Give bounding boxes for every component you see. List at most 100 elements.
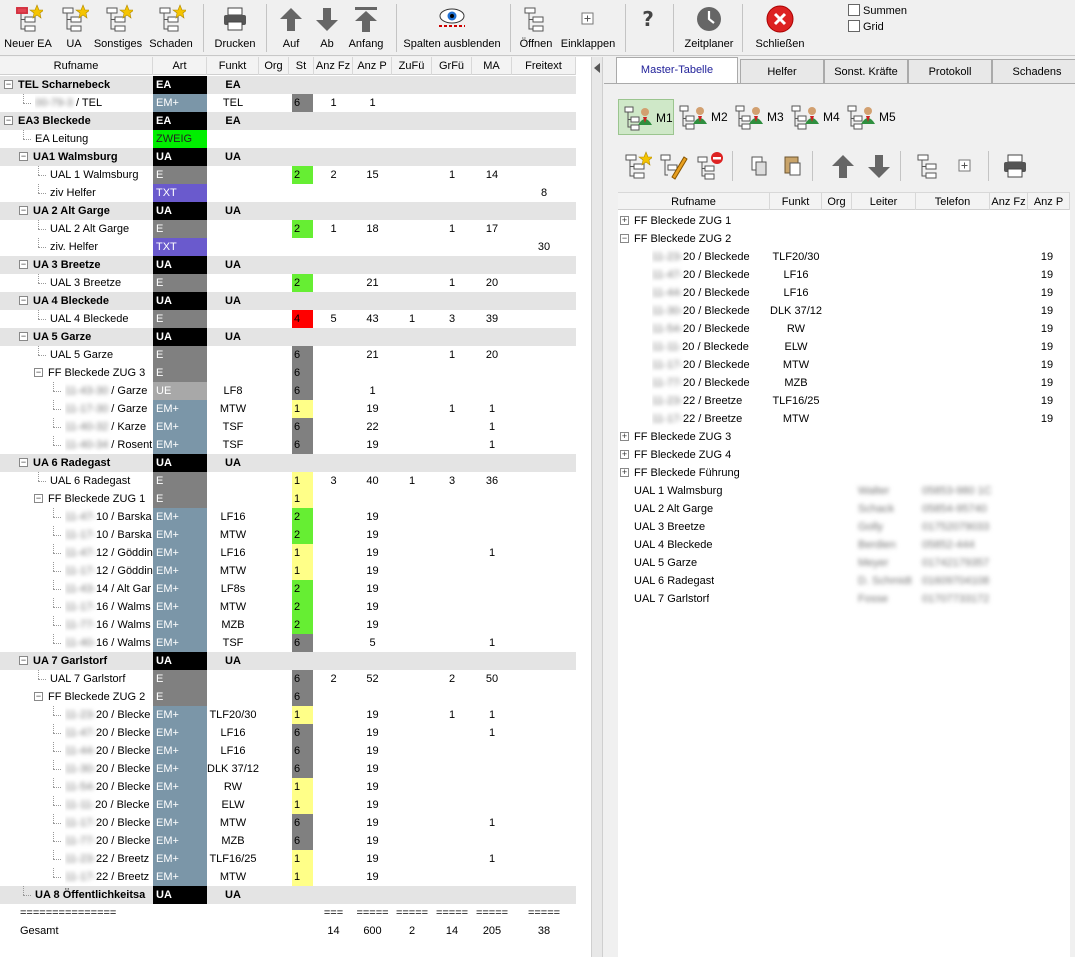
column-header-rufname[interactable]: Rufname: [0, 57, 153, 75]
master-table-row[interactable]: + FF Bleckede ZUG 3: [618, 428, 1070, 446]
table-row[interactable]: − FF Bleckede ZUG 3 E 6: [0, 364, 576, 382]
table-row[interactable]: 11-47-20 / Blecke EM+ LF16 6 19 1: [0, 724, 576, 742]
table-row[interactable]: − UA1 Walmsburg UA UA: [0, 148, 576, 166]
table-row[interactable]: 11-17-22 / Breetz EM+ MTW 1 19: [0, 868, 576, 886]
master-table-row[interactable]: 11-30-20 / Bleckede DLK 37/12 19: [618, 302, 1070, 320]
table-row[interactable]: − UA 3 Breetze UA UA: [0, 256, 576, 274]
pane-splitter[interactable]: [591, 57, 603, 957]
master-table-row[interactable]: 11-77-20 / Bleckede MZB 19: [618, 374, 1070, 392]
table-row[interactable]: Gesamt 14 600 2 14 205 38: [0, 922, 576, 940]
add-entry-icon[interactable]: [622, 151, 654, 181]
toolbar-tree-star-button[interactable]: UA: [58, 2, 91, 54]
table-row[interactable]: 00-79-3 / TEL EM+ TEL 6 1 1: [0, 94, 576, 112]
column-header-art[interactable]: Art: [153, 57, 207, 75]
expand-node-icon[interactable]: +: [620, 468, 629, 477]
tab-protokoll[interactable]: Protokoll: [908, 59, 992, 83]
master-column-leiter[interactable]: Leiter: [852, 193, 916, 211]
master-m4-button[interactable]: M4: [786, 99, 842, 135]
table-row[interactable]: 11-17-30 / Garze EM+ MTW 1 19 1 1: [0, 400, 576, 418]
toolbar-close-circle-button[interactable]: Schließen: [752, 2, 808, 54]
master-table-row[interactable]: 11-23-20 / Bleckede TLF20/30 19: [618, 248, 1070, 266]
table-row[interactable]: 11-17-12 / Göddin EM+ MTW 1 19: [0, 562, 576, 580]
table-row[interactable]: 11-17-20 / Blecke EM+ MTW 6 19 1: [0, 814, 576, 832]
table-row[interactable]: − UA 2 Alt Garge UA UA: [0, 202, 576, 220]
print-icon[interactable]: [1000, 151, 1030, 181]
grid-checkbox[interactable]: Grid: [848, 20, 884, 33]
table-row[interactable]: =============== === ===== ===== ===== ===== ==…: [0, 904, 576, 922]
table-row[interactable]: 11-43-14 / Alt Gar EM+ LF8s 2 19: [0, 580, 576, 598]
toolbar-arrow-down-button[interactable]: Ab: [311, 2, 343, 54]
table-row[interactable]: UAL 4 Bleckede E 4 5 43 1 3 39: [0, 310, 576, 328]
collapse-node-icon[interactable]: −: [34, 494, 43, 503]
column-header-freitext[interactable]: Freitext: [512, 57, 576, 75]
tab-schadens[interactable]: Schadens: [992, 59, 1075, 83]
collapse-node-icon[interactable]: −: [19, 260, 28, 269]
table-row[interactable]: ziv. Helfer TXT 30: [0, 238, 576, 256]
collapse-node-icon[interactable]: −: [34, 368, 43, 377]
collapse-node-icon[interactable]: −: [19, 458, 28, 467]
table-row[interactable]: 11-43-30 / Garze UE LF8 6 1: [0, 382, 576, 400]
column-header-org[interactable]: Org: [259, 57, 289, 75]
collapse-node-icon[interactable]: −: [19, 332, 28, 341]
toolbar-tree-star-button[interactable]: Schaden: [147, 2, 195, 54]
master-column-anz-p[interactable]: Anz P: [1028, 193, 1070, 211]
column-header-anz-fz[interactable]: Anz Fz: [314, 57, 353, 75]
table-row[interactable]: 11-47-10 / Barska EM+ LF16 2 19: [0, 508, 576, 526]
tab-helfer[interactable]: Helfer: [740, 59, 824, 83]
master-column-rufname[interactable]: Rufname: [618, 193, 770, 211]
toolbar-tree-new-star-button[interactable]: Neuer EA: [2, 2, 54, 54]
collapse-all-icon[interactable]: [950, 151, 980, 181]
collapse-arrow-icon[interactable]: [594, 63, 600, 73]
table-row[interactable]: 11-77-16 / Walms EM+ MZB 2 19: [0, 616, 576, 634]
move-down-icon[interactable]: [864, 151, 894, 181]
remove-entry-icon[interactable]: [694, 151, 724, 181]
master-table-row[interactable]: UAL 2 Alt Garge Schack 05854-95740: [618, 500, 1070, 518]
tab-master-tabelle[interactable]: Master-Tabelle: [616, 57, 738, 84]
tab-sonst-kr-fte[interactable]: Sonst. Kräfte: [824, 59, 908, 83]
toolbar-arrow-top-button[interactable]: Anfang: [345, 2, 387, 54]
table-row[interactable]: − EA3 Bleckede EA EA: [0, 112, 576, 130]
toolbar-clock-button[interactable]: Zeitplaner: [680, 2, 738, 54]
master-table-row[interactable]: 11-11-20 / Bleckede ELW 19: [618, 338, 1070, 356]
master-table-row[interactable]: UAL 4 Bleckede Berdien 05852-444: [618, 536, 1070, 554]
collapse-node-icon[interactable]: −: [4, 116, 13, 125]
toolbar-eye-button[interactable]: Spalten ausblenden: [402, 2, 502, 54]
master-table-row[interactable]: 11-17-20 / Bleckede MTW 19: [618, 356, 1070, 374]
toolbar-arrow-up-button[interactable]: Auf: [273, 2, 309, 54]
table-row[interactable]: − UA 6 Radegast UA UA: [0, 454, 576, 472]
master-table-row[interactable]: + FF Bleckede ZUG 1: [618, 212, 1070, 230]
master-table-row[interactable]: − FF Bleckede ZUG 2: [618, 230, 1070, 248]
column-header-grfü[interactable]: GrFü: [432, 57, 472, 75]
master-table-row[interactable]: UAL 3 Breetze Golly 01752079033: [618, 518, 1070, 536]
table-row[interactable]: 11-54-20 / Blecke EM+ RW 1 19: [0, 778, 576, 796]
expand-node-icon[interactable]: +: [620, 450, 629, 459]
paste-icon[interactable]: [778, 151, 808, 181]
collapse-node-icon[interactable]: −: [19, 296, 28, 305]
master-m3-button[interactable]: M3: [730, 99, 786, 135]
master-m2-button[interactable]: M2: [674, 99, 730, 135]
table-row[interactable]: 11-23-22 / Breetz EM+ TLF16/25 1 19 1: [0, 850, 576, 868]
master-table-row[interactable]: 11-54-20 / Bleckede RW 19: [618, 320, 1070, 338]
table-row[interactable]: − FF Bleckede ZUG 1 E 1: [0, 490, 576, 508]
expand-node-icon[interactable]: +: [620, 432, 629, 441]
collapse-node-icon[interactable]: −: [19, 656, 28, 665]
master-table-row[interactable]: UAL 5 Garze Meyer 01742179357: [618, 554, 1070, 572]
toolbar-tree-expand-button[interactable]: Öffnen: [518, 2, 554, 54]
master-column-funkt[interactable]: Funkt: [770, 193, 822, 211]
table-row[interactable]: 11-40-32 / Karze EM+ TSF 6 22 1: [0, 418, 576, 436]
master-table-row[interactable]: + FF Bleckede Führung: [618, 464, 1070, 482]
master-column-org[interactable]: Org: [822, 193, 852, 211]
table-row[interactable]: UA 8 Öffentlichkeitsa UA UA: [0, 886, 576, 904]
edit-entry-icon[interactable]: [658, 151, 688, 181]
table-row[interactable]: UAL 7 Garlstorf E 6 2 52 2 50: [0, 670, 576, 688]
collapse-node-icon[interactable]: −: [19, 206, 28, 215]
table-row[interactable]: − UA 5 Garze UA UA: [0, 328, 576, 346]
copy-icon[interactable]: [744, 151, 774, 181]
grid-checkbox-box[interactable]: [848, 20, 860, 32]
table-row[interactable]: 11-77-20 / Blecke EM+ MZB 6 19: [0, 832, 576, 850]
master-table-row[interactable]: 11-44-20 / Bleckede LF16 19: [618, 284, 1070, 302]
table-row[interactable]: UAL 3 Breetze E 2 21 1 20: [0, 274, 576, 292]
master-column-anz-fz[interactable]: Anz Fz: [990, 193, 1028, 211]
toolbar-tree-collapse-button[interactable]: Einklappen: [558, 2, 618, 54]
table-row[interactable]: 11-17-16 / Walms EM+ MTW 2 19: [0, 598, 576, 616]
